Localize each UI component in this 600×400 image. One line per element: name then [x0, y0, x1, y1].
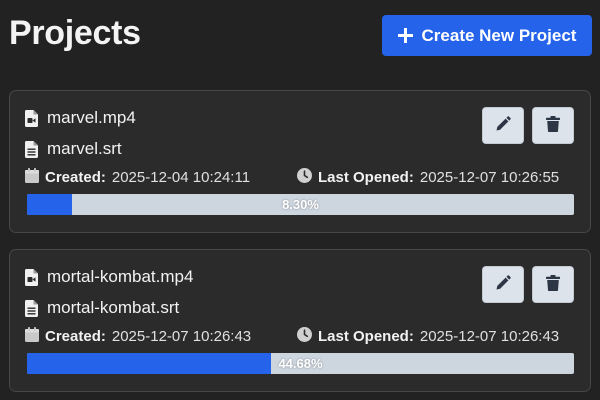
pencil-icon: [495, 275, 511, 294]
created-label: Created:: [45, 169, 106, 186]
created-label: Created:: [45, 328, 106, 345]
trash-icon: [546, 116, 560, 135]
delete-button[interactable]: [532, 107, 574, 144]
created-info: Created: 2025-12-07 10:26:43: [25, 327, 251, 346]
last-opened-info: Last Opened: 2025-12-07 10:26:43: [297, 327, 559, 346]
project-card: marvel.mp4 marvel.srt Created: 2025-12-0…: [9, 90, 591, 233]
clock-icon: [297, 327, 312, 346]
last-opened-label: Last Opened:: [318, 328, 414, 345]
project-card: mortal-kombat.mp4 mortal-kombat.srt Crea…: [9, 249, 591, 392]
trash-icon: [546, 275, 560, 294]
progress-bar: 44.68%: [27, 353, 574, 374]
video-file-icon: [25, 268, 38, 286]
created-date: 2025-12-07 10:26:43: [111, 328, 252, 345]
last-opened-label: Last Opened:: [318, 169, 414, 186]
create-new-project-label: Create New Project: [421, 25, 577, 45]
video-file-row: marvel.mp4: [25, 108, 136, 128]
edit-button[interactable]: [482, 266, 524, 303]
text-file-icon: [25, 299, 38, 317]
subtitle-file-row: marvel.srt: [25, 139, 122, 159]
video-file-row: mortal-kombat.mp4: [25, 267, 193, 287]
delete-button[interactable]: [532, 266, 574, 303]
plus-icon: [397, 28, 413, 43]
create-new-project-button[interactable]: Create New Project: [382, 15, 592, 56]
video-file-name: marvel.mp4: [47, 108, 136, 127]
subtitle-file-name: mortal-kombat.srt: [47, 298, 180, 317]
project-meta: Created: 2025-12-04 10:24:11 Last Opened…: [25, 168, 559, 187]
project-meta: Created: 2025-12-07 10:26:43 Last Opened…: [25, 327, 559, 346]
last-opened-info: Last Opened: 2025-12-07 10:26:55: [297, 168, 559, 187]
last-opened-date: 2025-12-07 10:26:43: [419, 328, 560, 345]
progress-bar: 8.30%: [27, 194, 574, 215]
calendar-icon: [25, 168, 39, 187]
progress-label: 44.68%: [278, 356, 323, 371]
last-opened-date: 2025-12-07 10:26:55: [419, 169, 560, 186]
created-date: 2025-12-04 10:24:11: [111, 169, 251, 186]
progress-label: 8.30%: [282, 197, 319, 212]
video-file-name: mortal-kombat.mp4: [47, 267, 194, 286]
edit-button[interactable]: [482, 107, 524, 144]
clock-icon: [297, 168, 312, 187]
page-title: Projects: [9, 14, 141, 52]
video-file-icon: [25, 109, 38, 127]
pencil-icon: [495, 116, 511, 135]
subtitle-file-name: marvel.srt: [47, 139, 122, 158]
calendar-icon: [25, 327, 39, 346]
text-file-icon: [25, 140, 38, 158]
subtitle-file-row: mortal-kombat.srt: [25, 298, 179, 318]
created-info: Created: 2025-12-04 10:24:11: [25, 168, 250, 187]
